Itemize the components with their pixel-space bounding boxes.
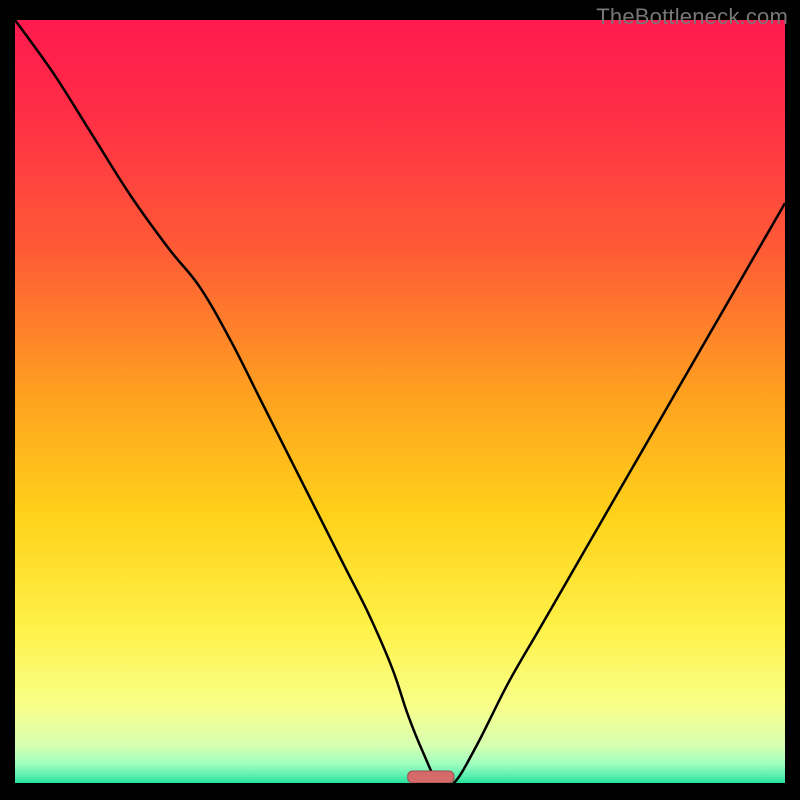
- plot-area: [15, 20, 785, 783]
- chart-svg: [15, 20, 785, 783]
- optimal-marker: [408, 771, 454, 783]
- chart-frame: TheBottleneck.com: [0, 0, 800, 800]
